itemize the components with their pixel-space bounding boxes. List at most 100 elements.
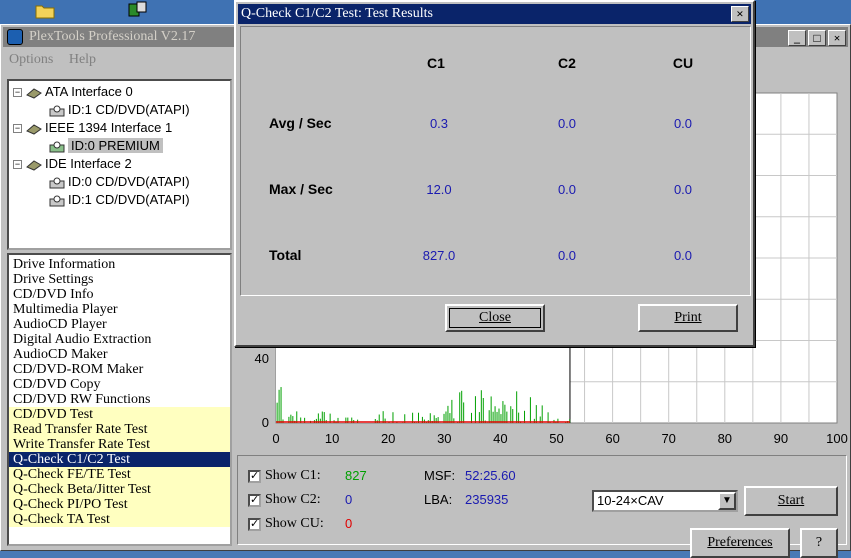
func-multimedia-player[interactable]: Multimedia Player (9, 302, 230, 317)
avg-c2: 0.0 (557, 116, 577, 131)
print-button[interactable]: Print (638, 304, 738, 332)
c1-count: 827 (345, 468, 367, 483)
tree-node-ieee1394-interface-1[interactable]: − IEEE 1394 Interface 1 (13, 119, 172, 137)
row-avg-per-sec: Avg / Sec (269, 115, 332, 131)
func-digital-audio-extraction[interactable]: Digital Audio Extraction (9, 332, 230, 347)
c2-count: 0 (345, 492, 353, 507)
window-controls: _ □ × (786, 29, 846, 49)
collapse-icon[interactable]: − (13, 88, 22, 98)
collapse-icon[interactable]: − (13, 160, 22, 170)
func-drive-information[interactable]: Drive Information (9, 257, 230, 272)
lba-value: 235935 (465, 492, 509, 507)
test-control-panel: ✓ Show C1: 827 ✓ Show C2: 0 ✓ Show CU: 0… (237, 455, 847, 558)
lba-label: LBA: (424, 492, 453, 507)
func-qcheck-beta-jitter-test[interactable]: Q-Check Beta/Jitter Test (9, 482, 230, 497)
tree-node-ieee-id0-premium[interactable]: ID:0 PREMIUM (49, 137, 163, 155)
y-tick-40: 40 (255, 351, 269, 366)
close-button-label: Close (479, 310, 511, 325)
func-cd-dvd-test[interactable]: CD/DVD Test (9, 407, 230, 422)
total-c2: 0.0 (557, 248, 577, 263)
func-read-transfer-rate-test[interactable]: Read Transfer Rate Test (9, 422, 230, 437)
x-tick-label: 20 (381, 431, 395, 446)
cd-drive-icon (49, 105, 65, 117)
menu-help[interactable]: Help (63, 49, 102, 71)
main-window-title: PlexTools Professional V2.17 (29, 29, 196, 44)
y-tick-0: 0 (262, 415, 269, 430)
interface-card-icon (26, 159, 42, 171)
x-tick-label: 100 (826, 431, 848, 446)
max-c2: 0.0 (557, 182, 577, 197)
x-tick-label: 0 (272, 431, 279, 446)
column-c1: C1 (427, 55, 445, 71)
show-c2-label: Show C2: (265, 492, 321, 507)
device-tree[interactable]: − ATA Interface 0 ID:1 CD/DVD(ATAPI) − IEE… (7, 79, 232, 250)
msf-value: 52:25.60 (465, 468, 516, 483)
func-qcheck-c1c2-test[interactable]: Q-Check C1/C2 Test (9, 452, 230, 467)
speed-select-value: 10-24×CAV (597, 493, 664, 508)
column-c2: C2 (558, 55, 576, 71)
func-cd-dvd-rom-maker[interactable]: CD/DVD-ROM Maker (9, 362, 230, 377)
x-tick-label: 80 (718, 431, 732, 446)
results-table: C1 C2 CU Avg / Sec 0.3 0.0 0.0 Max / Sec… (240, 26, 751, 296)
func-cd-dvd-rw-functions[interactable]: CD/DVD RW Functions (9, 392, 230, 407)
dropdown-arrow-icon[interactable]: ▼ (718, 492, 736, 510)
tree-node-ide-id1[interactable]: ID:1 CD/DVD(ATAPI) (49, 191, 190, 209)
collapse-icon[interactable]: − (13, 124, 22, 134)
show-cu-checkbox[interactable]: ✓ (248, 518, 261, 531)
show-cu-label: Show CU: (265, 516, 324, 531)
show-c2-checkbox[interactable]: ✓ (248, 494, 261, 507)
folder-icon[interactable] (34, 0, 56, 20)
dialog-titlebar[interactable]: Q-Check C1/C2 Test: Test Results × (238, 4, 751, 24)
close-button[interactable]: Close (445, 304, 545, 332)
cd-drive-icon (49, 177, 65, 189)
total-c1: 827.0 (422, 248, 456, 263)
x-tick-label: 70 (661, 431, 675, 446)
row-max-per-sec: Max / Sec (269, 181, 333, 197)
func-cd-dvd-copy[interactable]: CD/DVD Copy (9, 377, 230, 392)
cu-count: 0 (345, 516, 353, 531)
test-results-dialog: Q-Check C1/C2 Test: Test Results × C1 C2… (234, 0, 755, 347)
interface-card-icon (26, 123, 42, 135)
print-button-label: Print (674, 310, 702, 325)
func-qcheck-pipo-test[interactable]: Q-Check PI/PO Test (9, 497, 230, 512)
x-tick-label: 90 (774, 431, 788, 446)
application-icon[interactable] (126, 0, 148, 20)
total-cu: 0.0 (673, 248, 693, 263)
menu-options[interactable]: Options (3, 49, 59, 71)
start-button-label: Start (777, 493, 805, 508)
max-cu: 0.0 (673, 182, 693, 197)
close-window-button[interactable]: × (828, 30, 846, 46)
preferences-button[interactable]: Preferences (690, 528, 790, 558)
start-button[interactable]: Start (744, 486, 838, 516)
speed-select[interactable]: 10-24×CAV ▼ (592, 490, 738, 512)
tree-node-ata-id1[interactable]: ID:1 CD/DVD(ATAPI) (49, 101, 190, 119)
dialog-close-icon[interactable]: × (731, 6, 749, 22)
func-qcheck-ta-test[interactable]: Q-Check TA Test (9, 512, 230, 527)
avg-cu: 0.0 (673, 116, 693, 131)
show-c1-label: Show C1: (265, 468, 321, 483)
tree-node-ide-id0[interactable]: ID:0 CD/DVD(ATAPI) (49, 173, 190, 191)
row-total: Total (269, 247, 302, 263)
show-c1-checkbox[interactable]: ✓ (248, 470, 261, 483)
x-tick-label: 60 (605, 431, 619, 446)
dialog-title: Q-Check C1/C2 Test: Test Results (241, 6, 433, 21)
tree-node-ide-interface-2[interactable]: − IDE Interface 2 (13, 155, 132, 173)
function-list[interactable]: Drive Information Drive Settings CD/DVD … (7, 253, 232, 546)
msf-label: MSF: (424, 468, 456, 483)
func-write-transfer-rate-test[interactable]: Write Transfer Rate Test (9, 437, 230, 452)
tree-node-ata-interface-0[interactable]: − ATA Interface 0 (13, 83, 133, 101)
preferences-button-label: Preferences (707, 535, 773, 550)
func-audiocd-player[interactable]: AudioCD Player (9, 317, 230, 332)
minimize-button[interactable]: _ (788, 30, 806, 46)
func-cd-dvd-info[interactable]: CD/DVD Info (9, 287, 230, 302)
help-button[interactable]: ? (800, 528, 838, 558)
plextools-app-icon (7, 29, 23, 45)
x-tick-label: 30 (437, 431, 451, 446)
avg-c1: 0.3 (429, 116, 449, 131)
func-audiocd-maker[interactable]: AudioCD Maker (9, 347, 230, 362)
interface-card-icon (26, 87, 42, 99)
maximize-button[interactable]: □ (808, 30, 826, 46)
x-tick-label: 10 (325, 431, 339, 446)
func-qcheck-fete-test[interactable]: Q-Check FE/TE Test (9, 467, 230, 482)
func-drive-settings[interactable]: Drive Settings (9, 272, 230, 287)
